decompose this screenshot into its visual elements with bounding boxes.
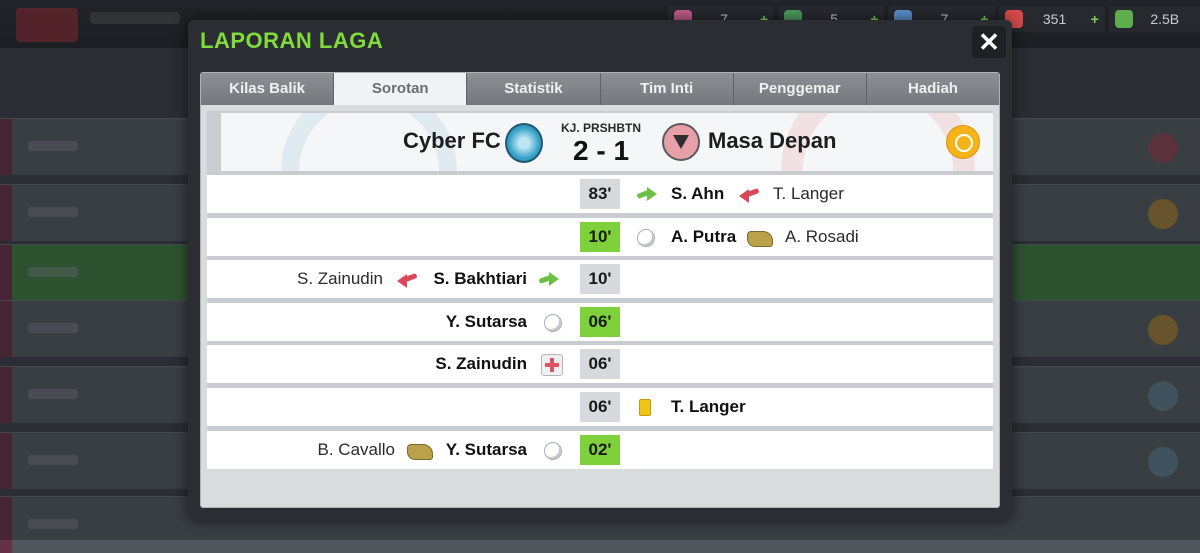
event-row: 10' S. Bakhtiari S. Zainudin (207, 260, 993, 299)
event-player: S. Zainudin (435, 354, 527, 374)
ball-icon (637, 228, 655, 247)
resource-value: 2.5B (1150, 11, 1180, 27)
highlights-content: Cyber FC KJ. PRSHBTN 2 - 1 Masa Depan 83… (207, 111, 993, 469)
yellow-card-icon (639, 399, 651, 416)
goal-scorer: A. Putra (671, 226, 737, 246)
event-row: 10' A. Putra A. Rosadi (207, 217, 993, 256)
dialog-panel: Kilas Balik Sorotan Statistik Tim Inti Pengg… (200, 72, 1000, 508)
event-row: 83' S. Ahn T. Langer (207, 175, 993, 213)
home-crest-icon (505, 123, 543, 163)
event-minute: 06' (580, 306, 620, 337)
event-minute: 83' (580, 179, 620, 209)
goal-scorer: Y. Sutarsa (445, 439, 527, 459)
tab-tim-inti[interactable]: Tim Inti (600, 73, 734, 105)
resource-4: 351 + (998, 6, 1105, 32)
event-row: 02' Y. Sutarsa B. Cavallo (207, 430, 993, 469)
score-header: Cyber FC KJ. PRSHBTN 2 - 1 Masa Depan (221, 113, 993, 171)
sun-icon[interactable] (946, 125, 980, 159)
cash-icon (1114, 10, 1133, 28)
event-minute: 06' (580, 392, 620, 422)
sub-in-icon (637, 187, 657, 201)
ball-icon (544, 441, 562, 460)
match-report-dialog: LAPORAN LAGA ✕ Kilas Balik Sorotan Statist… (188, 20, 1012, 520)
player-out: S. Zainudin (297, 269, 383, 289)
away-team-name: Masa Depan (708, 128, 837, 153)
player-in: S. Bakhtiari (433, 269, 527, 289)
sub-in-icon (539, 272, 559, 287)
score-label: KJ. PRSHBTN (561, 121, 642, 135)
tab-statistik[interactable]: Statistik (467, 73, 601, 105)
tab-bar: Kilas Balik Sorotan Statistik Tim Inti Pengg… (201, 73, 1000, 105)
add-resource-button[interactable]: + (1091, 11, 1099, 27)
injury-icon (541, 354, 563, 377)
dialog-header: LAPORAN LAGA ✕ (188, 20, 1012, 62)
event-minute: 06' (580, 349, 620, 380)
event-row: 06' Y. Sutarsa (207, 302, 993, 341)
ball-icon (544, 313, 562, 332)
assist-player: B. Cavallo (317, 439, 395, 459)
dialog-title: LAPORAN LAGA (200, 28, 384, 53)
event-row: 06' S. Zainudin (207, 345, 993, 384)
resource-value: 351 (1042, 11, 1067, 27)
resource-5: 2.5B+ (1108, 6, 1200, 32)
assist-boot-icon (747, 230, 773, 247)
tab-sorotan[interactable]: Sorotan (334, 73, 468, 105)
event-minute: 02' (580, 434, 620, 465)
home-team-name: Cyber FC (403, 128, 501, 153)
event-row: 06' T. Langer (207, 388, 993, 426)
assist-player: A. Rosadi (785, 226, 859, 246)
close-button[interactable]: ✕ (972, 26, 1006, 58)
tab-hadiah[interactable]: Hadiah (866, 73, 1000, 105)
event-player: T. Langer (671, 397, 746, 416)
tab-penggemar[interactable]: Penggemar (733, 73, 867, 105)
sub-out-icon (739, 187, 759, 203)
event-minute: 10' (580, 221, 620, 252)
event-minute: 10' (580, 264, 620, 295)
away-crest-icon (662, 123, 700, 161)
goal-scorer: Y. Sutarsa (445, 311, 527, 331)
player-in: S. Ahn (671, 184, 725, 203)
sub-out-icon (397, 272, 417, 289)
score-value: 2 - 1 (573, 135, 630, 166)
player-out: T. Langer (773, 184, 844, 203)
assist-boot-icon (407, 443, 433, 460)
tab-kilas-balik[interactable]: Kilas Balik (201, 73, 335, 105)
